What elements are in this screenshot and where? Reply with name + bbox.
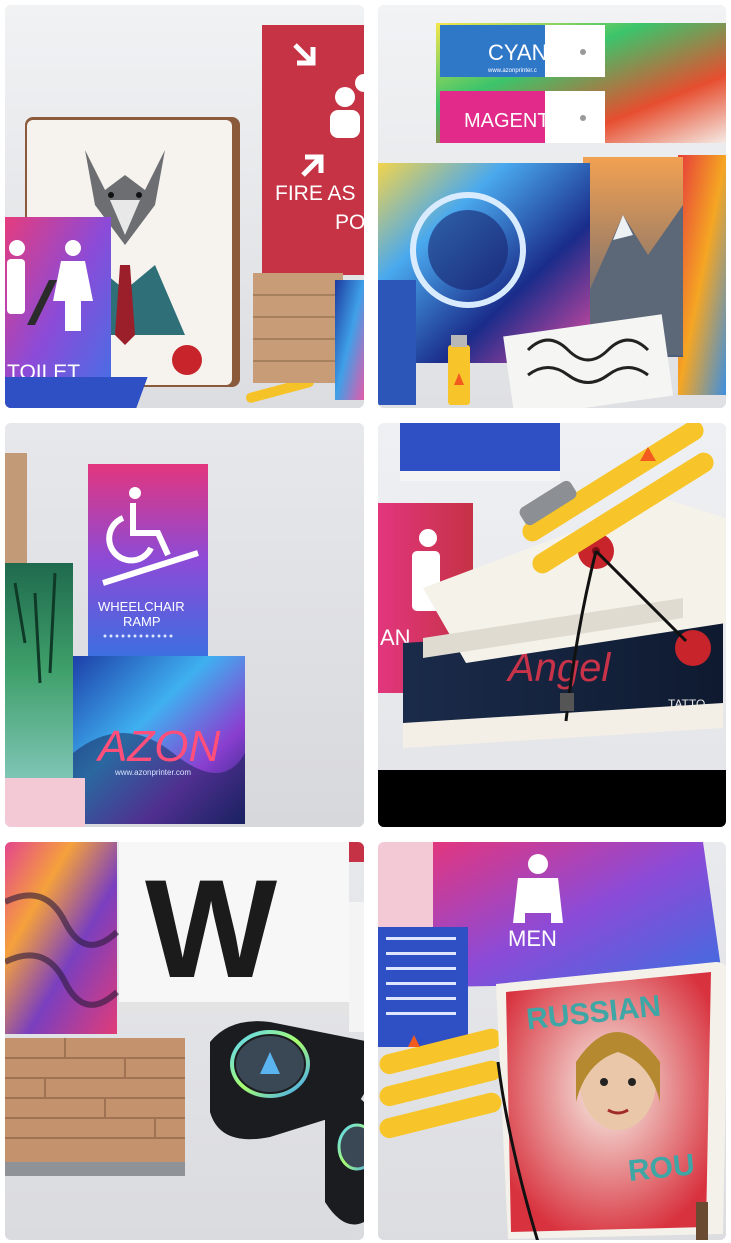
wheelchair-sign-line2: RAMP <box>123 614 161 629</box>
bookmark-ribbon <box>696 1202 708 1240</box>
tile-5-illustration: W <box>5 842 364 1240</box>
wood-panel-sample <box>253 273 343 383</box>
tile-3-illustration: WHEELCHAIR RAMP AZON www.azonprinter.com <box>5 423 364 827</box>
tile-6-illustration: MEN RUSSIAN ROU <box>378 842 726 1240</box>
braille-plate <box>400 423 560 478</box>
tile-1-illustration: FIRE AS PO TOILET <box>5 5 364 408</box>
magenta-label: MAGENTA <box>464 110 562 132</box>
video-letterbox-bar <box>378 770 726 827</box>
key-fob-2 <box>325 1094 364 1225</box>
braille-plate <box>5 377 148 408</box>
product-tile-wheelchair-sign-azon-box[interactable]: WHEELCHAIR RAMP AZON www.azonprinter.com <box>5 423 364 827</box>
zipper-pull <box>560 693 574 711</box>
wheelchair-sign-line1: WHEELCHAIR <box>98 599 185 614</box>
men-restroom-sign <box>433 842 723 987</box>
product-tile-color-swatches-art-prints[interactable]: CYAN www.azonprinter.c MAGENTA <box>378 5 726 408</box>
wheelchair-ramp-sign <box>88 464 208 659</box>
product-image-grid: FIRE AS PO TOILET CYAN www.azonprinter.c… <box>0 0 731 1243</box>
pink-card <box>378 842 438 932</box>
cyan-swatch-url: www.azonprinter.c <box>487 68 537 74</box>
azon-url-text: www.azonprinter.com <box>114 768 191 777</box>
braille-plate <box>378 927 468 1047</box>
azon-brand-text: AZON <box>95 722 220 771</box>
men-sign-label: MEN <box>508 926 557 951</box>
product-tile-w-print-keyfobs[interactable]: W <box>5 842 364 1240</box>
tile-4-illustration: AN Angel TATTO <box>378 423 726 827</box>
roulette-title: ROU <box>627 1148 697 1188</box>
notebook-button-clasp <box>172 345 202 375</box>
cyan-label: CYAN <box>488 40 548 65</box>
product-tile-men-sign-russian-notebook[interactable]: MEN RUSSIAN ROU <box>378 842 726 1240</box>
marble-tile <box>378 280 416 405</box>
fire-sign-line1: FIRE AS <box>275 182 356 205</box>
w-letter: W <box>145 850 277 1007</box>
product-tile-signs-wolf-notebook[interactable]: FIRE AS PO TOILET <box>5 5 364 408</box>
pink-card <box>5 778 85 827</box>
tile-2-illustration: CYAN www.azonprinter.c MAGENTA <box>378 5 726 408</box>
abstract-print <box>678 155 726 395</box>
cork-board-edge <box>5 453 27 563</box>
fire-sign-line2: PO <box>335 211 364 234</box>
product-tile-notebooks-pens[interactable]: AN Angel TATTO <box>378 423 726 827</box>
marble-print-sample <box>335 280 364 400</box>
